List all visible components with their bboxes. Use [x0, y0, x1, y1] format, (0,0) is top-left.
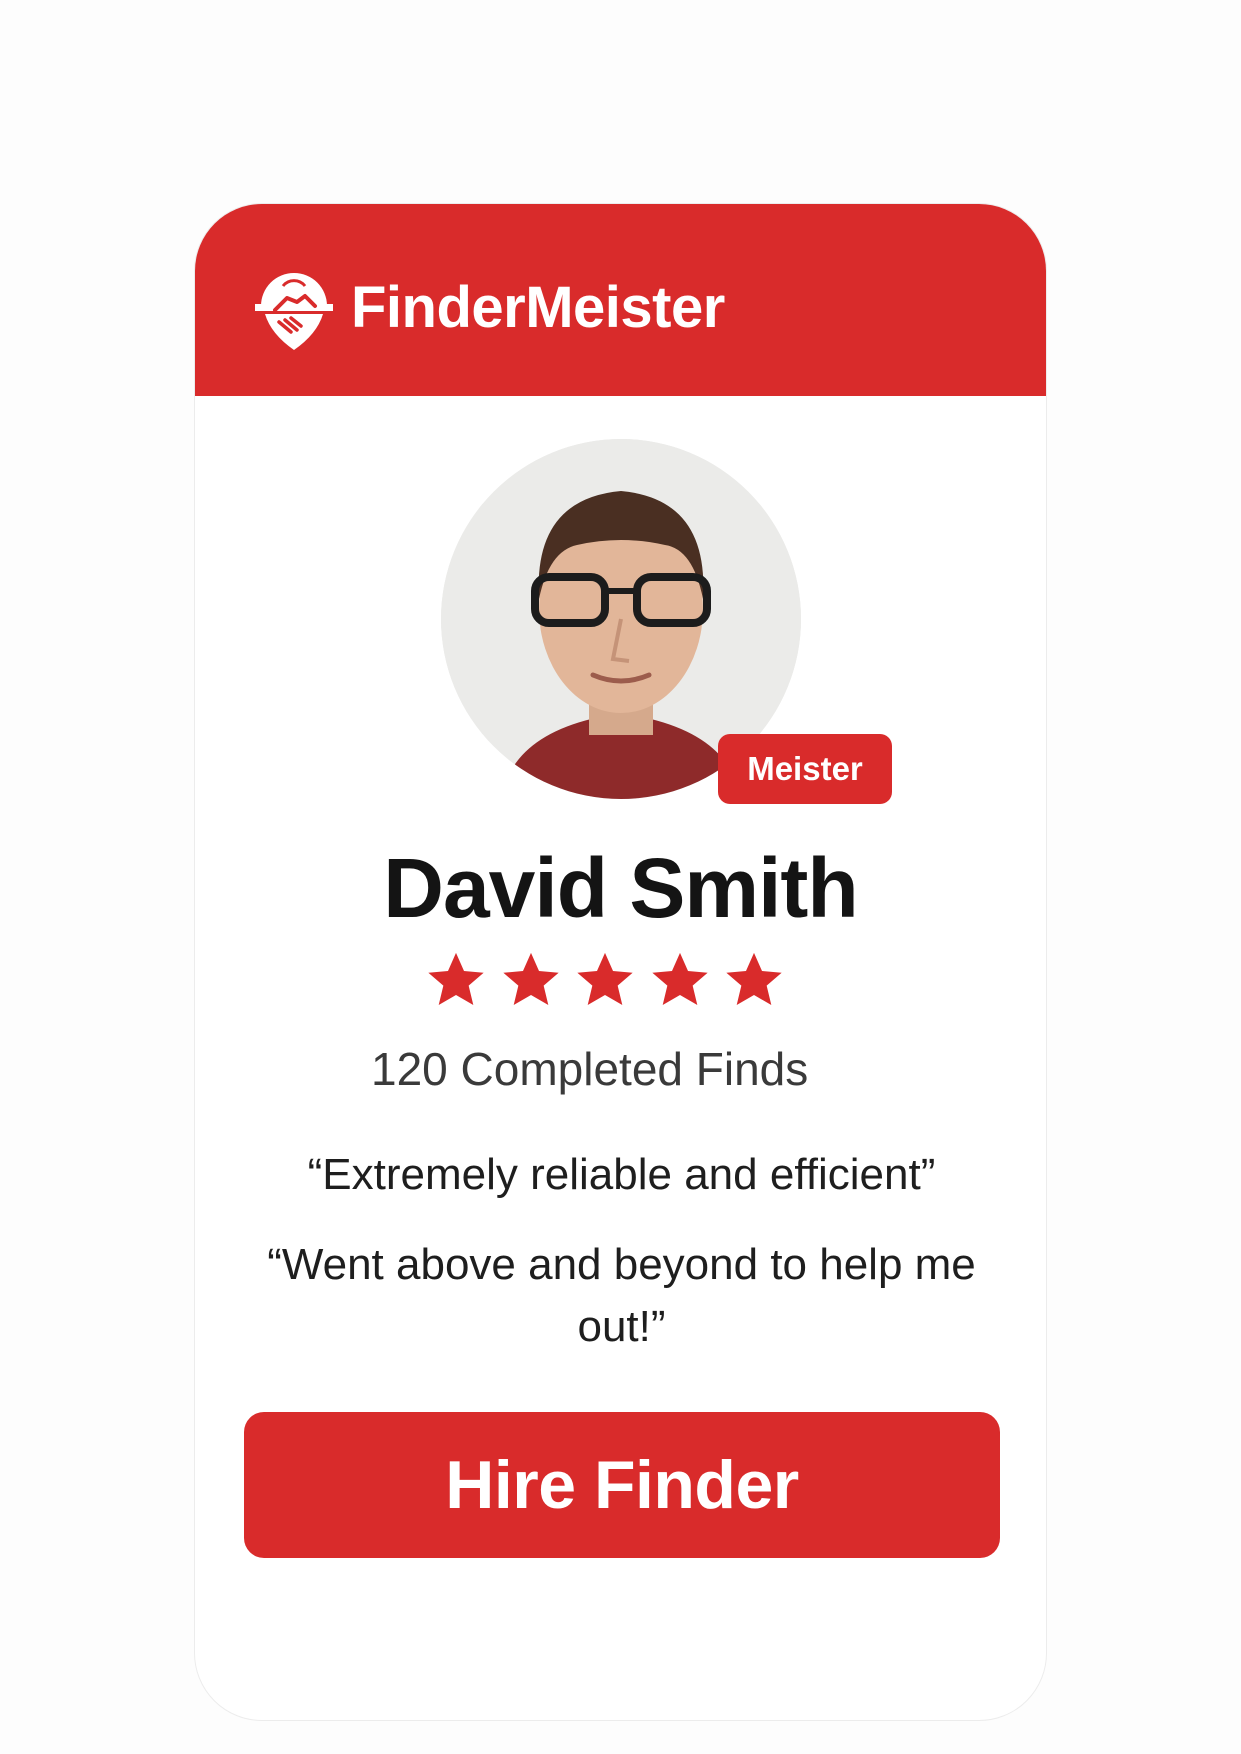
- star-icon: [502, 952, 559, 1006]
- star-icon: [577, 952, 633, 1006]
- finder-name: David Smith: [383, 841, 858, 935]
- hire-finder-button[interactable]: Hire Finder: [244, 1412, 1000, 1558]
- brand-name: FinderMeister: [351, 275, 725, 340]
- star-icon: [651, 952, 708, 1006]
- star-icon: [726, 952, 782, 1006]
- completed-finds: 120 Completed Finds: [371, 1043, 809, 1095]
- handshake-shield-icon: [255, 273, 333, 350]
- review-quote: “Went above and beyond to help me out!”: [267, 1240, 976, 1351]
- star-icon: [428, 952, 484, 1006]
- meister-badge: Meister: [718, 734, 892, 804]
- review-quote: “Extremely reliable and efficient”: [307, 1150, 936, 1199]
- finder-profile-card: FinderMeister Meister David Smith 120 Co…: [194, 203, 1047, 1721]
- card-header: FinderMeister: [195, 204, 1046, 396]
- rating-stars: [425, 949, 785, 1011]
